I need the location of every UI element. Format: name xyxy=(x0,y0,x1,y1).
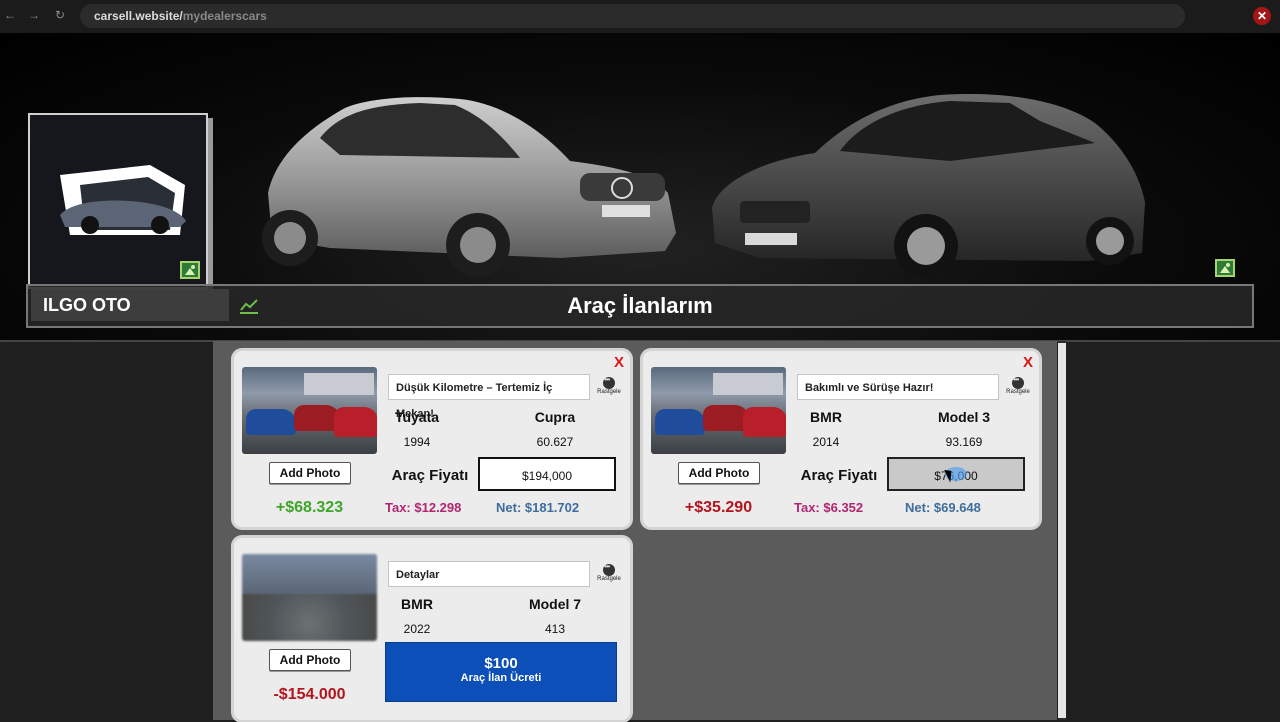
car-brand: Tuyata xyxy=(394,409,440,425)
car-year: 1994 xyxy=(403,435,431,449)
car-year: 2022 xyxy=(403,622,431,636)
close-icon[interactable]: ✕ xyxy=(1253,7,1271,25)
random-label: Rastgele xyxy=(597,389,621,395)
delete-listing-button[interactable]: X xyxy=(614,354,624,371)
car-mileage: 93.169 xyxy=(945,435,983,449)
net-value: Net: $69.648 xyxy=(905,500,981,515)
dealer-banner: ILGO OTO Araç İlanlarım xyxy=(0,33,1280,340)
random-description-button[interactable]: Rastgele xyxy=(594,562,624,582)
url-path: mydealerscars xyxy=(182,9,267,23)
dealer-logo[interactable] xyxy=(28,113,208,289)
delete-listing-button[interactable]: X xyxy=(1023,354,1033,371)
car-brand: BMR xyxy=(401,596,433,612)
pay-listing-fee-button[interactable]: $100 Araç İlan Ücreti xyxy=(385,642,617,702)
dots-icon xyxy=(603,375,615,389)
url-host: carsell.website/ xyxy=(94,9,183,23)
price-label: Araç Fiyatı xyxy=(391,467,469,484)
random-description-button[interactable]: Rastgele xyxy=(594,375,624,395)
car-model: Model 7 xyxy=(528,596,582,612)
address-bar[interactable]: carsell.website/mydealerscars xyxy=(80,4,1185,28)
add-photo-button[interactable]: Add Photo xyxy=(269,649,351,671)
browser-toolbar: ← → ↻ carsell.website/mydealerscars ✕ xyxy=(0,0,1280,33)
car-year: 2014 xyxy=(812,435,840,449)
listings-scrollbar[interactable] xyxy=(1058,341,1066,720)
profit-value: -$154.000 xyxy=(273,686,346,703)
price-input[interactable]: $194,000 xyxy=(478,457,616,491)
random-description-button[interactable]: Rastgele xyxy=(1003,375,1033,395)
car-model: Cupra xyxy=(534,409,576,425)
net-value: Net: $181.702 xyxy=(496,500,580,515)
listing-fee-amount: $100 xyxy=(484,655,518,672)
car-mileage: 60.627 xyxy=(536,435,574,449)
dots-icon xyxy=(603,562,615,576)
car-mileage: 413 xyxy=(544,622,566,636)
forward-icon[interactable]: → xyxy=(26,8,42,22)
listing-description-input[interactable]: Detaylar xyxy=(388,561,590,587)
dots-icon xyxy=(1012,375,1024,389)
change-banner-image-icon[interactable] xyxy=(1215,259,1235,277)
listing-card: X Düşük Kilometre – Tertemiz İç Mekan! R… xyxy=(234,351,630,527)
listing-description-input[interactable]: Düşük Kilometre – Tertemiz İç Mekan! xyxy=(388,374,590,420)
dealer-title-bar: ILGO OTO Araç İlanlarım xyxy=(26,284,1254,328)
random-label: Rastgele xyxy=(1006,389,1030,395)
page-title: Araç İlanlarım xyxy=(567,293,713,318)
listing-card: Detaylar Rastgele BMR Model 7 2022 413 A… xyxy=(234,538,630,720)
price-label: Araç Fiyatı xyxy=(800,467,878,484)
reload-icon[interactable]: ↻ xyxy=(52,8,68,22)
listing-card: X Bakımlı ve Sürüşe Hazır! Rastgele BMR … xyxy=(643,351,1039,527)
add-photo-button[interactable]: Add Photo xyxy=(269,462,351,484)
back-icon[interactable]: ← xyxy=(2,8,18,22)
change-logo-image-icon[interactable] xyxy=(180,261,200,279)
tax-value: Tax: $12.298 xyxy=(385,500,462,515)
random-label: Rastgele xyxy=(597,576,621,582)
profit-value: +$68.323 xyxy=(275,499,344,516)
listing-fee-label: Araç İlan Ücreti xyxy=(460,672,542,684)
car-brand: BMR xyxy=(810,409,842,425)
tax-value: Tax: $6.352 xyxy=(794,500,864,515)
listing-description-input[interactable]: Bakımlı ve Sürüşe Hazır! xyxy=(797,374,999,400)
add-photo-button[interactable]: Add Photo xyxy=(678,462,760,484)
car-model: Model 3 xyxy=(937,409,991,425)
profit-value: +$35.290 xyxy=(684,499,753,516)
scrollbar-thumb[interactable] xyxy=(1058,343,1066,718)
